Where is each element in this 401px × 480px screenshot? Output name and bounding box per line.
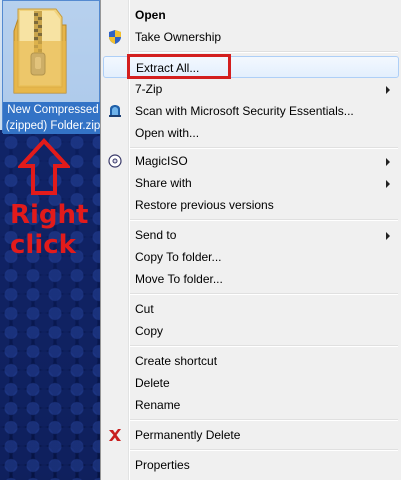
menu-separator (130, 345, 398, 347)
menu-item-copy-to-folder[interactable]: Copy To folder... (101, 246, 400, 268)
menu-separator (130, 147, 398, 149)
menu-item-label: Copy To folder... (135, 250, 222, 264)
file-name-label: New Compressed (zipped) Folder.zip (3, 102, 103, 134)
red-x-delete-icon (109, 429, 121, 441)
menu-item-label: Copy (135, 324, 164, 338)
menu-separator (130, 51, 398, 53)
zip-file-item[interactable]: New Compressed (zipped) Folder.zip (2, 0, 103, 134)
submenu-arrow-icon (386, 158, 390, 166)
submenu-arrow-icon (386, 86, 390, 94)
menu-item-properties[interactable]: Properties (101, 454, 400, 476)
uac-shield-icon (109, 30, 121, 44)
security-essentials-icon (109, 105, 121, 117)
menu-item-send-to[interactable]: Send to (101, 224, 400, 246)
submenu-arrow-icon (386, 180, 390, 188)
magiciso-disc-icon (108, 154, 122, 168)
menu-item-magiciso[interactable]: MagicISO (101, 150, 400, 172)
menu-item-label: Properties (135, 458, 190, 472)
submenu-arrow-icon (386, 232, 390, 240)
menu-item-create-shortcut[interactable]: Create shortcut (101, 350, 400, 372)
menu-item-label: Rename (135, 398, 181, 412)
menu-item-7zip[interactable]: 7-Zip (101, 78, 400, 100)
menu-item-label: Delete (135, 376, 170, 390)
menu-item-label: MagicISO (135, 154, 188, 168)
red-up-arrow-icon (18, 138, 70, 195)
menu-separator (130, 293, 398, 295)
menu-item-share-with[interactable]: Share with (101, 172, 400, 194)
menu-item-label: Move To folder... (135, 272, 223, 286)
right-click-hint: Right click (10, 200, 89, 260)
menu-item-permanently-delete[interactable]: Permanently Delete (101, 424, 400, 446)
menu-separator (130, 449, 398, 451)
menu-item-label: 7-Zip (135, 82, 163, 96)
menu-item-label: Open with... (135, 126, 200, 140)
menu-item-label: Scan with Microsoft Security Essentials.… (135, 104, 354, 118)
menu-item-open-with[interactable]: Open with... (101, 122, 400, 144)
menu-item-move-to-folder[interactable]: Move To folder... (101, 268, 400, 290)
context-menu: Open Take Ownership Extract All... 7-Zip… (100, 0, 401, 480)
menu-item-delete[interactable]: Delete (101, 372, 400, 394)
menu-item-label: Send to (135, 228, 177, 242)
menu-item-scan[interactable]: Scan with Microsoft Security Essentials.… (101, 100, 400, 122)
red-highlight-box (127, 54, 231, 79)
menu-item-cut[interactable]: Cut (101, 298, 400, 320)
menu-item-restore-previous-versions[interactable]: Restore previous versions (101, 194, 400, 216)
menu-item-copy[interactable]: Copy (101, 320, 400, 342)
menu-item-open[interactable]: Open (101, 4, 400, 26)
menu-item-take-ownership[interactable]: Take Ownership (101, 26, 400, 48)
menu-item-rename[interactable]: Rename (101, 394, 400, 416)
menu-separator (130, 419, 398, 421)
menu-item-label: Restore previous versions (135, 198, 274, 212)
zip-folder-icon (13, 8, 67, 94)
menu-item-label: Share with (135, 176, 192, 190)
menu-item-label: Take Ownership (135, 30, 222, 44)
menu-item-label: Cut (135, 302, 154, 316)
menu-separator (130, 219, 398, 221)
menu-item-label: Open (135, 8, 166, 22)
menu-item-label: Create shortcut (135, 354, 218, 368)
menu-item-label: Permanently Delete (135, 428, 241, 442)
